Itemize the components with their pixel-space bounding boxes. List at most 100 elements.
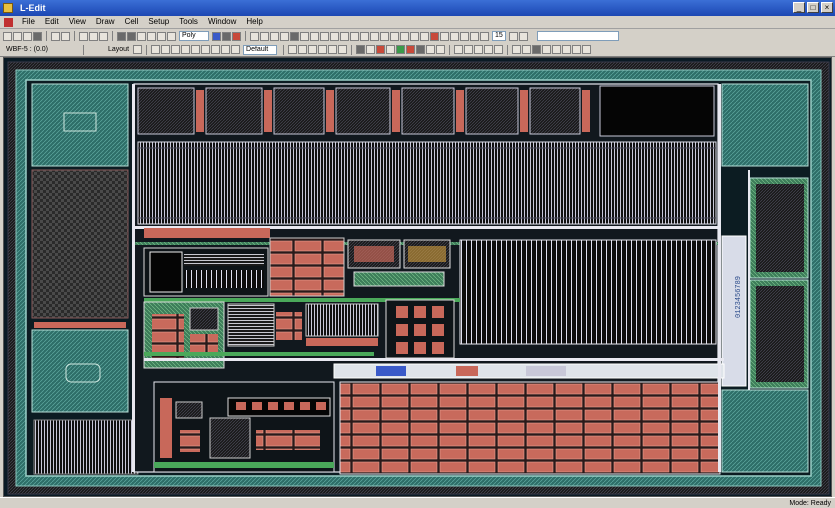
grow-icon[interactable] xyxy=(440,31,449,41)
edge-icon[interactable] xyxy=(338,45,348,54)
layer-dropdown-icon[interactable] xyxy=(133,45,143,54)
instance-icon[interactable] xyxy=(390,31,399,41)
minimize-button[interactable]: _ xyxy=(793,2,805,13)
sidebar-toggle-icon[interactable] xyxy=(562,45,572,54)
ruler-icon[interactable] xyxy=(290,31,299,41)
wire-icon[interactable] xyxy=(181,45,191,54)
fill-icon[interactable] xyxy=(532,45,542,54)
paste-icon[interactable] xyxy=(99,31,108,41)
layer-combo[interactable]: Poly xyxy=(179,31,209,41)
cut-icon[interactable] xyxy=(79,31,88,41)
search-input[interactable] xyxy=(537,31,619,41)
open-file-icon[interactable] xyxy=(13,31,22,41)
layer-pal-8-icon[interactable] xyxy=(426,45,436,54)
print-icon[interactable] xyxy=(33,31,42,41)
menu-cell[interactable]: Cell xyxy=(120,16,144,28)
menu-help[interactable]: Help xyxy=(241,16,267,28)
menu-edit[interactable]: Edit xyxy=(40,16,64,28)
cell-open-icon[interactable] xyxy=(127,31,136,41)
lvs-icon[interactable] xyxy=(270,31,279,41)
close-button[interactable]: × xyxy=(821,2,833,13)
save-icon[interactable] xyxy=(23,31,32,41)
flip-icon[interactable] xyxy=(480,31,489,41)
redo-icon[interactable] xyxy=(61,31,70,41)
layer-hide-icon[interactable] xyxy=(232,31,241,41)
cross-section-icon[interactable] xyxy=(280,31,289,41)
select-arrow-icon[interactable] xyxy=(151,45,161,54)
node-icon[interactable] xyxy=(328,45,338,54)
help-icon[interactable] xyxy=(340,31,349,41)
layer-pal-1-icon[interactable] xyxy=(356,45,366,54)
ruler-tool-icon[interactable] xyxy=(231,45,241,54)
layout-canvas[interactable]: 0123456789 xyxy=(3,57,832,497)
document-icon[interactable] xyxy=(4,17,13,27)
torus-icon[interactable] xyxy=(211,45,221,54)
undo-icon[interactable] xyxy=(51,31,60,41)
drc-icon[interactable] xyxy=(250,31,259,41)
view-1-icon[interactable] xyxy=(454,45,464,54)
copy-icon[interactable] xyxy=(89,31,98,41)
new-file-icon[interactable] xyxy=(3,31,12,41)
flatten-icon[interactable] xyxy=(380,31,389,41)
menu-tools[interactable]: Tools xyxy=(174,16,203,28)
layer-pal-3-icon[interactable] xyxy=(376,45,386,54)
view-3-icon[interactable] xyxy=(474,45,484,54)
pie-wedge-icon[interactable] xyxy=(201,45,211,54)
layer-pal-9-icon[interactable] xyxy=(436,45,446,54)
circle-icon[interactable] xyxy=(191,45,201,54)
view-2-icon[interactable] xyxy=(464,45,474,54)
array-icon[interactable] xyxy=(400,31,409,41)
menu-window[interactable]: Window xyxy=(203,16,241,28)
mode-combo[interactable]: Default xyxy=(243,44,278,55)
maximize-button[interactable]: □ xyxy=(807,2,819,13)
layer-color-icon[interactable] xyxy=(212,31,221,41)
node-highlight-icon[interactable] xyxy=(300,31,309,41)
view-4-icon[interactable] xyxy=(484,45,494,54)
layer-pal-6-icon[interactable] xyxy=(406,45,416,54)
mouse-icon[interactable] xyxy=(330,31,339,41)
align-icon[interactable] xyxy=(460,31,469,41)
box-icon[interactable] xyxy=(161,45,171,54)
slice-icon[interactable] xyxy=(420,31,429,41)
design-mode-icon[interactable] xyxy=(552,45,562,54)
rotate-icon[interactable] xyxy=(470,31,479,41)
zoom-out-icon[interactable] xyxy=(167,31,176,41)
menu-draw[interactable]: Draw xyxy=(91,16,120,28)
refresh-icon[interactable] xyxy=(509,31,518,41)
merge-icon[interactable] xyxy=(410,31,419,41)
orthogonal-icon[interactable] xyxy=(288,45,298,54)
port-icon[interactable] xyxy=(221,45,231,54)
snap-icon[interactable] xyxy=(320,31,329,41)
view-5-icon[interactable] xyxy=(494,45,504,54)
curve-icon[interactable] xyxy=(318,45,328,54)
show-all-icon[interactable] xyxy=(512,45,522,54)
pop-icon[interactable] xyxy=(147,31,156,41)
all-angle-icon[interactable] xyxy=(308,45,318,54)
menu-setup[interactable]: Setup xyxy=(143,16,174,28)
zoom-combo[interactable]: 15 xyxy=(492,31,506,41)
extract-icon[interactable] xyxy=(260,31,269,41)
layer-pal-4-icon[interactable] xyxy=(386,45,396,54)
layer-pal-2-icon[interactable] xyxy=(366,45,376,54)
cell-hierarchy-icon[interactable] xyxy=(117,31,126,41)
layer-pal-5-icon[interactable] xyxy=(396,45,406,54)
shrink-icon[interactable] xyxy=(450,31,459,41)
zoom-in-icon[interactable] xyxy=(157,31,166,41)
push-icon[interactable] xyxy=(137,31,146,41)
outline-icon[interactable] xyxy=(542,45,552,54)
polygon-icon[interactable] xyxy=(171,45,181,54)
hide-all-icon[interactable] xyxy=(522,45,532,54)
boolean-icon[interactable] xyxy=(430,31,439,41)
locator-icon[interactable] xyxy=(582,45,592,54)
menu-view[interactable]: View xyxy=(64,16,91,28)
menu-file[interactable]: File xyxy=(17,16,40,28)
grid-icon[interactable] xyxy=(310,31,319,41)
layer-pal-7-icon[interactable] xyxy=(416,45,426,54)
layer-palette-icon[interactable] xyxy=(572,45,582,54)
stop-icon[interactable] xyxy=(519,31,528,41)
layer-fill-icon[interactable] xyxy=(222,31,231,41)
navigator-icon[interactable] xyxy=(370,31,379,41)
45-degree-icon[interactable] xyxy=(298,45,308,54)
properties-icon[interactable] xyxy=(360,31,369,41)
info-icon[interactable] xyxy=(350,31,359,41)
